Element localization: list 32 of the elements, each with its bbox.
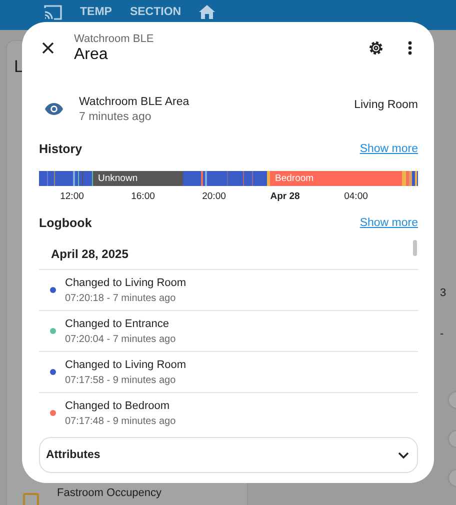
log-entry-time: 07:17:48 - 9 minutes ago <box>65 416 176 426</box>
timeline-label: Bedroom <box>275 173 314 184</box>
attributes-expander[interactable]: Attributes <box>39 437 418 473</box>
tab-label[interactable]: TEMP <box>80 6 112 18</box>
card-title: L <box>14 57 24 77</box>
entity-state: Living Room <box>354 99 418 111</box>
show-more-link[interactable]: Show more <box>360 217 418 229</box>
entity-name: Fastroom Occupency <box>57 487 162 499</box>
log-entry-title[interactable]: Changed to Entrance <box>65 318 176 330</box>
last-changed: 7 minutes ago <box>79 110 152 122</box>
log-entry-time: 07:17:58 - 9 minutes ago <box>65 374 177 386</box>
dialog-subtitle: Watchroom BLE <box>74 32 155 44</box>
axis-tick-label: Apr 28 <box>270 191 300 202</box>
log-entry-time: 07:20:04 - 7 minutes ago <box>65 334 176 344</box>
log-entry-title[interactable]: Changed to Living Room <box>65 358 186 370</box>
log-entry-title[interactable]: Changed to Living Room <box>65 276 186 288</box>
axis-tick-label: 20:00 <box>202 191 226 202</box>
date-heading: April 28, 2025 <box>51 247 128 261</box>
log-entry-title[interactable]: Changed to Bedroom <box>65 400 176 412</box>
show-more-link[interactable]: Show more <box>360 143 418 155</box>
timeline-label: Unknown <box>98 173 138 184</box>
card-text: 3 <box>440 287 446 299</box>
dialog-title: Area <box>74 46 109 64</box>
axis-tick-label: 04:00 <box>344 191 368 202</box>
log-entry-time: 07:20:18 - 7 minutes ago <box>65 292 177 304</box>
tab-label[interactable]: SECTION <box>130 6 182 18</box>
card-text: - <box>440 328 444 340</box>
entity-name: Watchroom BLE Area <box>79 96 190 108</box>
section-heading: History <box>39 142 82 156</box>
section-heading: Logbook <box>39 216 92 230</box>
axis-tick-label: 16:00 <box>131 191 155 202</box>
axis-tick-label: 12:00 <box>60 191 84 202</box>
